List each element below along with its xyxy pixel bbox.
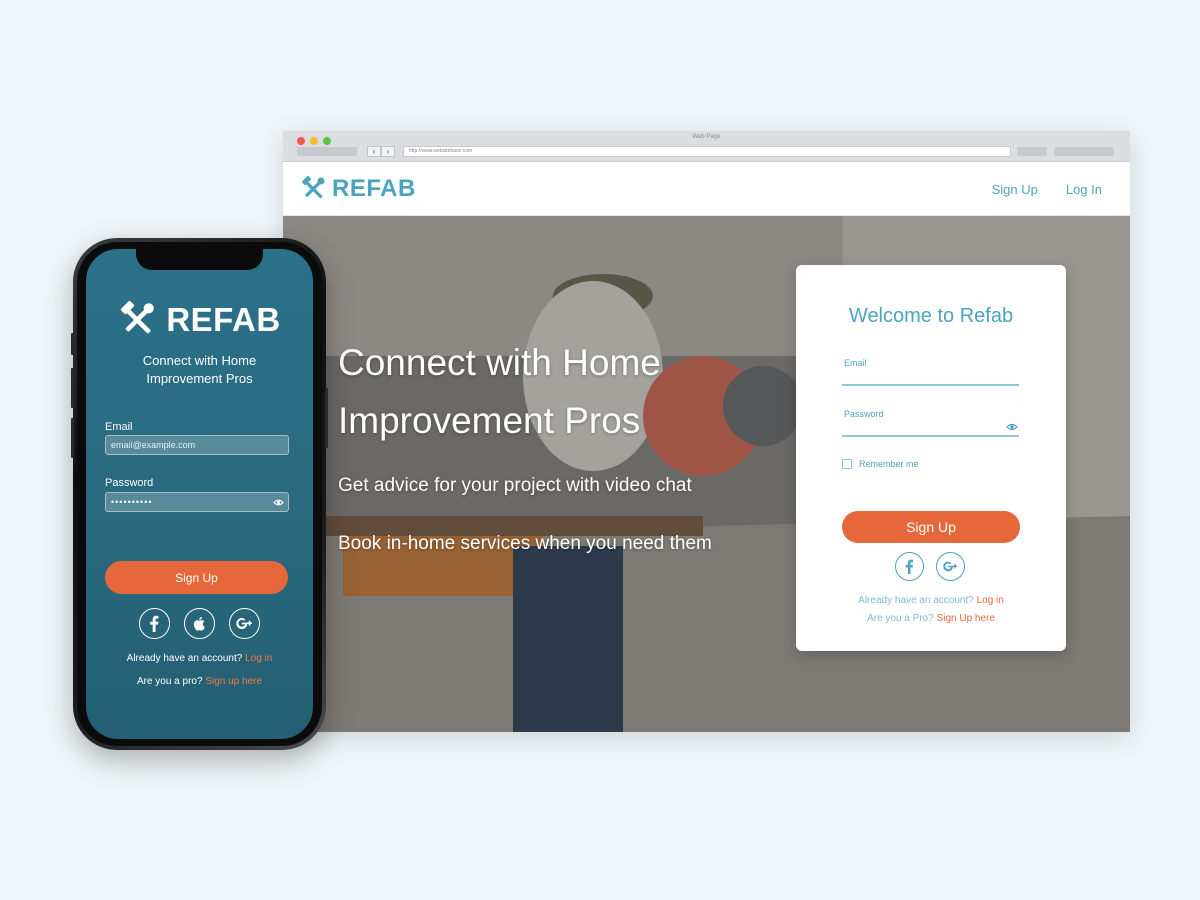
app-login-prompt: Already have an account? Log in [86,653,313,664]
phone-screen: REFAB Connect with Home Improvement Pros… [86,249,313,739]
hammer-wrench-icon [301,176,325,199]
search-bar-placeholder [1054,147,1114,156]
app-logo-text: REFAB [166,301,281,338]
email-label: Email [844,358,867,368]
toolbar-placeholder [1017,147,1047,156]
have-account-text: Already have an account? [858,595,974,606]
chevron-right-icon[interactable]: › [381,146,395,157]
hero-subtitle-booking: Book in-home services when you need them [338,533,712,554]
app-password-label: Password [105,477,154,489]
social-login-group [895,552,965,581]
phone-mockup: REFAB Connect with Home Improvement Pros… [71,238,328,750]
nav-login-link[interactable]: Log In [1066,182,1102,197]
app-email-label: Email [105,421,133,433]
hero-section: Connect with Home Improvement Pros Get a… [283,216,1130,732]
apple-icon[interactable] [184,608,215,639]
app-tagline: Connect with Home Improvement Pros [142,353,257,386]
browser-window: Web Page ‹ › http://www.websitebase.com … [283,131,1130,732]
google-plus-icon[interactable] [229,608,260,639]
hero-subtitle-video: Get advice for your project with video c… [338,475,692,496]
eye-icon[interactable] [273,497,284,508]
login-link[interactable]: Log in [977,595,1004,606]
window-title: Web Page [692,134,721,140]
are-you-pro-text: Are you a Pro? [867,613,934,624]
login-prompt: Already have an account? Log in [796,595,1066,606]
facebook-icon[interactable] [139,608,170,639]
remember-me-checkbox[interactable] [842,459,852,469]
site-logo[interactable]: REFAB [300,175,416,203]
app-social-login-group [86,608,313,639]
toolbar-placeholder [297,147,357,156]
phone-mute-switch [71,333,74,355]
remember-me: Remember me [842,459,919,469]
logo-text: REFAB [332,175,416,202]
eye-icon[interactable] [1006,421,1018,433]
password-label: Password [844,409,884,419]
email-field[interactable]: Email [842,356,1019,386]
app-pro-signup-link[interactable]: Sign up here [205,676,262,687]
remember-me-label: Remember me [859,459,919,469]
browser-nav-buttons: ‹ › [367,146,395,157]
google-plus-glyph [943,561,958,572]
signup-card: Welcome to Refab Email Password Remember… [796,265,1066,651]
pro-prompt: Are you a Pro? Sign Up here [796,613,1066,624]
facebook-glyph [150,615,159,632]
card-title: Welcome to Refab [848,305,1014,327]
app-password-value: •••••••••• [111,497,153,507]
app-email-input[interactable]: email@example.com [105,435,289,455]
nav-signup-link[interactable]: Sign Up [992,182,1038,197]
hammer-wrench-icon [121,301,155,334]
facebook-icon[interactable] [895,552,924,581]
signup-button[interactable]: Sign Up [842,511,1020,543]
site-header: REFAB Sign Up Log In [283,162,1130,216]
app-logo: REFAB [86,301,313,339]
chevron-left-icon[interactable]: ‹ [367,146,381,157]
site-nav: Sign Up Log In [992,182,1102,197]
address-bar[interactable]: http://www.websitebase.com [403,146,1011,157]
phone-volume-down [71,418,74,458]
app-have-account-text: Already have an account? [126,653,243,664]
google-plus-glyph [236,617,252,630]
google-plus-icon[interactable] [936,552,965,581]
password-field[interactable]: Password [842,407,1019,437]
hero-title: Connect with Home Improvement Pros [338,342,661,441]
browser-chrome: Web Page ‹ › http://www.websitebase.com [283,131,1130,162]
app-are-you-pro-text: Are you a pro? [136,676,203,687]
phone-volume-up [71,368,74,408]
phone-power-button [325,388,328,448]
app-login-link[interactable]: Log in [245,653,272,664]
apple-glyph [193,616,205,631]
app-pro-prompt: Are you a pro? Sign up here [86,676,313,687]
pro-signup-link[interactable]: Sign Up here [937,613,995,624]
app-signup-button[interactable]: Sign Up [105,561,288,594]
facebook-glyph [905,559,913,574]
app-password-input[interactable]: •••••••••• [105,492,289,512]
phone-notch [136,249,263,270]
